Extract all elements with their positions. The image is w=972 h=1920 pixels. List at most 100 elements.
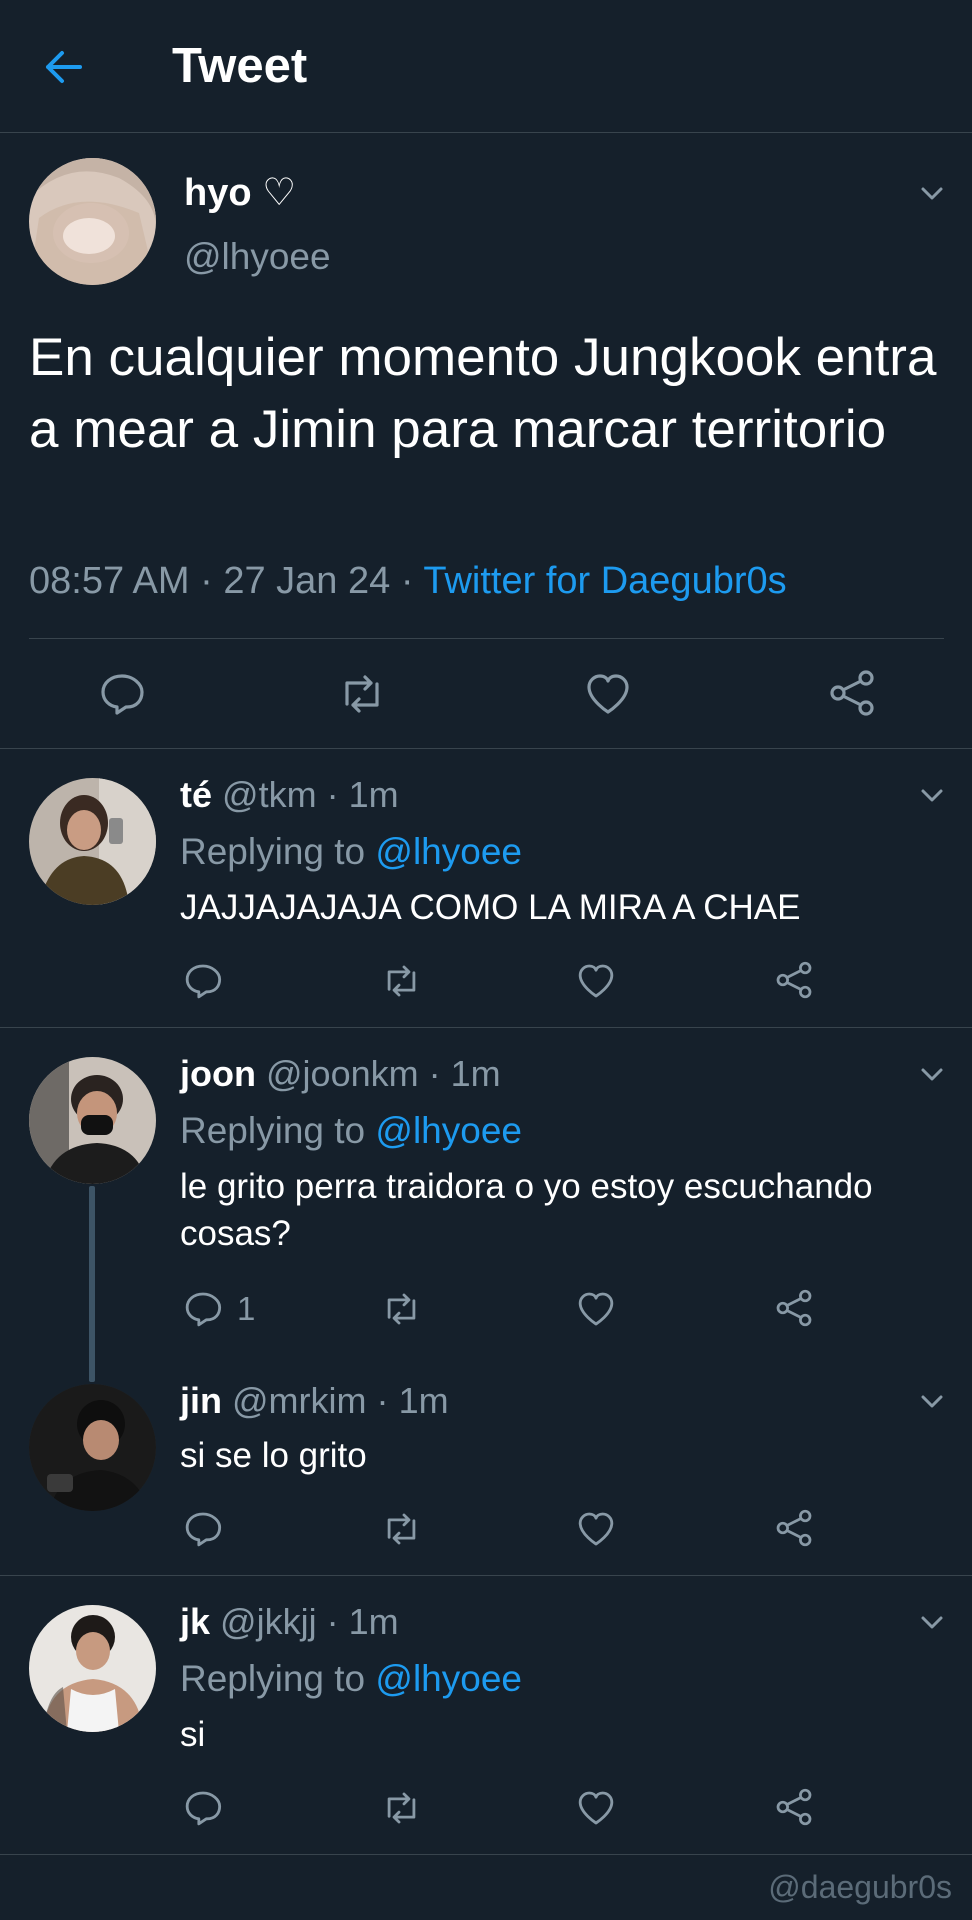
reply-author-name[interactable]: jin xyxy=(180,1380,222,1421)
reply-button[interactable] xyxy=(183,1509,223,1549)
reply-text: si se lo grito xyxy=(180,1436,367,1475)
reply-header: joon @joonkm · 1m xyxy=(180,1051,501,1097)
retweet-icon xyxy=(387,1792,416,1824)
share-button[interactable] xyxy=(774,1787,814,1827)
reply-time: 1m xyxy=(348,774,399,815)
dot-separator: · xyxy=(326,1601,339,1642)
meta-separator: · xyxy=(200,560,213,602)
retweet-button[interactable] xyxy=(380,1788,423,1828)
reply-text: si xyxy=(180,1715,206,1754)
reply-button[interactable] xyxy=(98,670,146,718)
reply-icon xyxy=(185,1292,222,1327)
share-button[interactable] xyxy=(774,1508,814,1548)
replying-to-handle[interactable]: @lhyoee xyxy=(375,1658,522,1699)
heart-icon xyxy=(578,1292,614,1326)
avatar[interactable] xyxy=(29,1057,156,1184)
tweet-source-link[interactable]: Twitter for Daegubr0s xyxy=(423,560,786,602)
divider xyxy=(0,1575,972,1576)
chevron-down-icon[interactable] xyxy=(917,1386,947,1416)
share-icon xyxy=(776,1788,812,1826)
replying-to-handle[interactable]: @lhyoee xyxy=(375,831,522,872)
retweet-button[interactable] xyxy=(336,670,388,718)
chevron-down-icon[interactable] xyxy=(917,1607,947,1637)
reply-button[interactable] xyxy=(183,1788,223,1828)
reply-author-name[interactable]: jk xyxy=(180,1601,210,1642)
reply-button[interactable] xyxy=(183,961,223,1001)
back-arrow-icon[interactable] xyxy=(40,44,86,90)
retweet-button[interactable] xyxy=(380,1509,423,1549)
like-button[interactable] xyxy=(576,1289,616,1329)
replying-to: Replying to @lhyoee xyxy=(180,1108,522,1154)
reply-icon xyxy=(185,964,222,999)
tweet-date: 27 Jan 24 xyxy=(223,560,391,602)
avatar[interactable] xyxy=(29,778,156,905)
retweet-icon xyxy=(387,1513,416,1545)
divider xyxy=(0,748,972,749)
heart-icon xyxy=(578,964,614,998)
tweet-meta: 08:57 AM · 27 Jan 24 · Twitter for Daegu… xyxy=(29,556,787,606)
tweet-text: En cualquier momento Jungkook entra a me… xyxy=(29,328,937,459)
share-icon xyxy=(776,1289,812,1327)
replying-to: Replying to @lhyoee xyxy=(180,1656,522,1702)
retweet-icon xyxy=(345,675,379,713)
like-button[interactable] xyxy=(584,670,632,718)
reply-button[interactable]: 1 xyxy=(183,1289,255,1329)
reply-header: jk @jkkjj · 1m xyxy=(180,1599,399,1645)
avatar[interactable] xyxy=(29,158,156,285)
like-button[interactable] xyxy=(576,1509,616,1549)
avatar[interactable] xyxy=(29,1605,156,1732)
retweet-button[interactable] xyxy=(380,961,423,1001)
share-button[interactable] xyxy=(774,960,814,1000)
watermark: @daegubr0s xyxy=(768,1869,952,1905)
page-title: Tweet xyxy=(172,39,308,93)
reply-author-handle[interactable]: @tkm xyxy=(222,774,317,815)
heart-icon xyxy=(578,1512,614,1546)
reply-author-handle[interactable]: @joonkm xyxy=(266,1053,419,1094)
retweet-icon xyxy=(387,965,416,997)
share-button[interactable] xyxy=(774,1288,814,1328)
author-handle[interactable]: @lhyoee xyxy=(184,234,331,280)
dot-separator: · xyxy=(428,1053,441,1094)
author-name[interactable]: hyo ♡ xyxy=(184,170,296,216)
retweet-button[interactable] xyxy=(380,1289,423,1329)
reply-time: 1m xyxy=(398,1380,449,1421)
share-icon xyxy=(830,670,874,716)
dot-separator: · xyxy=(326,774,339,815)
chevron-down-icon[interactable] xyxy=(917,1059,947,1089)
reply-header: té @tkm · 1m xyxy=(180,772,399,818)
chevron-down-icon[interactable] xyxy=(917,178,947,208)
reply-count: 1 xyxy=(237,1290,256,1327)
thread-line xyxy=(89,1186,95,1382)
reply-icon xyxy=(101,674,144,715)
like-button[interactable] xyxy=(576,961,616,1001)
top-bar: Tweet xyxy=(0,0,972,133)
like-button[interactable] xyxy=(576,1788,616,1828)
heart-icon xyxy=(578,1791,614,1825)
replying-to-label: Replying to xyxy=(180,831,366,872)
share-button[interactable] xyxy=(827,668,877,718)
divider xyxy=(29,638,944,639)
reply-author-handle[interactable]: @mrkim xyxy=(232,1380,367,1421)
replying-to-label: Replying to xyxy=(180,1658,366,1699)
reply-icon xyxy=(185,1791,222,1826)
retweet-icon xyxy=(387,1293,416,1325)
divider xyxy=(0,1854,972,1855)
reply-author-name[interactable]: joon xyxy=(180,1053,256,1094)
chevron-down-icon[interactable] xyxy=(917,780,947,810)
reply-text: JAJJAJAJAJA COMO LA MIRA A CHAE xyxy=(180,888,801,927)
reply-text: le grito perra traidora o yo estoy escuc… xyxy=(180,1167,873,1253)
divider xyxy=(0,1027,972,1028)
reply-header: jin @mrkim · 1m xyxy=(180,1378,449,1424)
reply-icon xyxy=(185,1512,222,1547)
dot-separator: · xyxy=(376,1380,389,1421)
heart-icon xyxy=(587,674,629,714)
replying-to-label: Replying to xyxy=(180,1110,366,1151)
replying-to-handle[interactable]: @lhyoee xyxy=(375,1110,522,1151)
reply-time: 1m xyxy=(348,1601,399,1642)
avatar[interactable] xyxy=(29,1384,156,1511)
reply-author-handle[interactable]: @jkkjj xyxy=(220,1601,317,1642)
reply-time: 1m xyxy=(450,1053,501,1094)
meta-separator: · xyxy=(400,560,414,602)
reply-author-name[interactable]: té xyxy=(180,774,212,815)
tweet-time: 08:57 AM xyxy=(29,560,190,602)
